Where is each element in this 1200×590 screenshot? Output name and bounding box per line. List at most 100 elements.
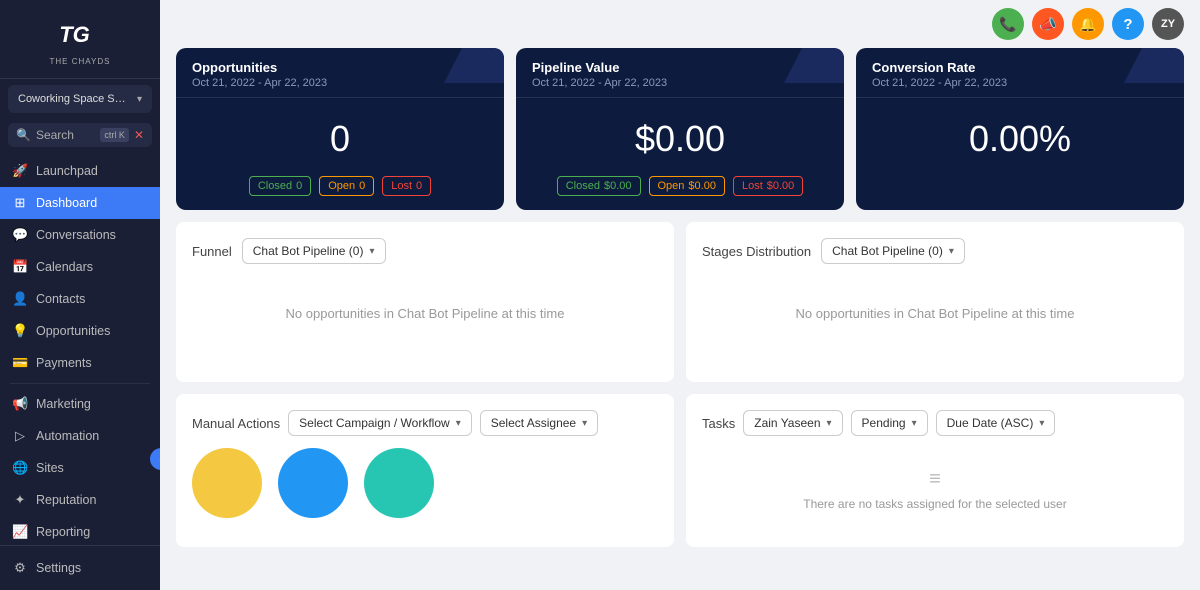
user-avatar[interactable]: ZY bbox=[1152, 8, 1184, 40]
search-text: Search bbox=[36, 128, 95, 142]
opportunities-value: 0 bbox=[176, 98, 504, 176]
closed-value: 0 bbox=[296, 180, 302, 192]
sidebar-item-reporting[interactable]: 📈 Reporting bbox=[0, 516, 160, 545]
tasks-empty-message: There are no tasks assigned for the sele… bbox=[722, 497, 1148, 511]
tasks-panel-header: Tasks Zain Yaseen ▾ Pending ▾ Due Date (… bbox=[702, 410, 1168, 436]
payments-icon: 💳 bbox=[12, 355, 28, 371]
tasks-status-dropdown[interactable]: Pending ▾ bbox=[851, 410, 928, 436]
pipeline-badges: Closed $0.00 Open $0.00 Lost $0.00 bbox=[516, 176, 844, 210]
funnel-empty-message: No opportunities in Chat Bot Pipeline at… bbox=[192, 276, 658, 351]
funnel-label: Funnel bbox=[192, 244, 232, 259]
opportunities-card-header: Opportunities Oct 21, 2022 - Apr 22, 202… bbox=[176, 48, 504, 98]
manual-actions-label: Manual Actions bbox=[192, 416, 280, 431]
stages-dropdown[interactable]: Chat Bot Pipeline (0) ▾ bbox=[821, 238, 965, 264]
pipeline-date: Oct 21, 2022 - Apr 22, 2023 bbox=[532, 77, 828, 89]
opportunities-badges: Closed 0 Open 0 Lost 0 bbox=[176, 176, 504, 210]
chart-circle-teal bbox=[364, 448, 434, 518]
sidebar-item-label: Contacts bbox=[36, 292, 85, 306]
pipeline-value: $0.00 bbox=[516, 98, 844, 176]
tasks-label: Tasks bbox=[702, 416, 735, 431]
conversion-date: Oct 21, 2022 - Apr 22, 2023 bbox=[872, 77, 1168, 89]
opportunities-icon: 💡 bbox=[12, 323, 28, 339]
sidebar-item-settings[interactable]: ⚙ Settings bbox=[0, 552, 160, 584]
tasks-empty-icon: ≡ bbox=[722, 468, 1148, 491]
sidebar-item-label: Calendars bbox=[36, 260, 93, 274]
stages-empty-message: No opportunities in Chat Bot Pipeline at… bbox=[702, 276, 1168, 351]
sidebar: TG THE CHAYDS Coworking Space Snaps... ▾… bbox=[0, 0, 160, 590]
tasks-user-dropdown[interactable]: Zain Yaseen ▾ bbox=[743, 410, 842, 436]
funnel-panel-header: Funnel Chat Bot Pipeline (0) ▾ bbox=[192, 238, 658, 264]
sidebar-item-contacts[interactable]: 👤 Contacts bbox=[0, 283, 160, 315]
stages-dropdown-value: Chat Bot Pipeline (0) bbox=[832, 244, 943, 258]
manual-actions-header: Manual Actions Select Campaign / Workflo… bbox=[192, 410, 658, 436]
open-value: 0 bbox=[359, 180, 365, 192]
open-label: Open bbox=[658, 180, 685, 192]
opportunities-title: Opportunities bbox=[192, 60, 488, 75]
sites-icon: 🌐 bbox=[12, 460, 28, 476]
bottom-row: Manual Actions Select Campaign / Workflo… bbox=[176, 394, 1184, 547]
opportunities-date: Oct 21, 2022 - Apr 22, 2023 bbox=[192, 77, 488, 89]
main-content: 📞 📣 🔔 ? ZY Opportunities Oct 21, 2022 - … bbox=[160, 0, 1200, 590]
megaphone-icon-button[interactable]: 📣 bbox=[1032, 8, 1064, 40]
chart-circle-blue bbox=[278, 448, 348, 518]
pipeline-card-header: Pipeline Value Oct 21, 2022 - Apr 22, 20… bbox=[516, 48, 844, 98]
sidebar-item-payments[interactable]: 💳 Payments bbox=[0, 347, 160, 379]
sidebar-item-sites[interactable]: 🌐 Sites bbox=[0, 452, 160, 484]
pipeline-value-card: Pipeline Value Oct 21, 2022 - Apr 22, 20… bbox=[516, 48, 844, 210]
pipeline-closed-badge: Closed $0.00 bbox=[557, 176, 641, 196]
conversations-icon: 💬 bbox=[12, 227, 28, 243]
campaign-dropdown-value: Select Campaign / Workflow bbox=[299, 416, 450, 430]
sidebar-item-label: Payments bbox=[36, 356, 92, 370]
lost-value: $0.00 bbox=[767, 180, 795, 192]
sidebar-item-conversations[interactable]: 💬 Conversations bbox=[0, 219, 160, 251]
sidebar-item-label: Reputation bbox=[36, 493, 96, 507]
topbar: 📞 📣 🔔 ? ZY bbox=[160, 0, 1200, 48]
tasks-sort-dropdown[interactable]: Due Date (ASC) ▾ bbox=[936, 410, 1056, 436]
closed-value: $0.00 bbox=[604, 180, 632, 192]
phone-icon-button[interactable]: 📞 bbox=[992, 8, 1024, 40]
sidebar-item-label: Conversations bbox=[36, 228, 116, 242]
campaign-dropdown[interactable]: Select Campaign / Workflow ▾ bbox=[288, 410, 472, 436]
stages-panel-header: Stages Distribution Chat Bot Pipeline (0… bbox=[702, 238, 1168, 264]
lost-value: 0 bbox=[416, 180, 422, 192]
sidebar-item-dashboard[interactable]: ⊞ Dashboard bbox=[0, 187, 160, 219]
sidebar-item-label: Reporting bbox=[36, 525, 90, 539]
tasks-user-arrow-icon: ▾ bbox=[827, 418, 832, 429]
sidebar-item-opportunities[interactable]: 💡 Opportunities bbox=[0, 315, 160, 347]
logo-box: TG bbox=[50, 12, 100, 57]
assignee-arrow-icon: ▾ bbox=[582, 418, 587, 429]
conversion-title: Conversion Rate bbox=[872, 60, 1168, 75]
conversion-value: 0.00% bbox=[856, 98, 1184, 176]
tasks-user-value: Zain Yaseen bbox=[754, 416, 820, 430]
launchpad-icon: 🚀 bbox=[12, 163, 28, 179]
sidebar-item-reputation[interactable]: ✦ Reputation bbox=[0, 484, 160, 516]
content-area: Opportunities Oct 21, 2022 - Apr 22, 202… bbox=[160, 48, 1200, 590]
open-label: Open bbox=[328, 180, 355, 192]
sidebar-item-label: Marketing bbox=[36, 397, 91, 411]
sidebar-logo: TG THE CHAYDS bbox=[0, 0, 160, 79]
reporting-icon: 📈 bbox=[12, 524, 28, 540]
lost-badge: Lost 0 bbox=[382, 176, 431, 196]
workspace-arrow-icon: ▾ bbox=[137, 94, 142, 105]
workspace-selector[interactable]: Coworking Space Snaps... ▾ bbox=[8, 85, 152, 113]
sidebar-item-calendars[interactable]: 📅 Calendars bbox=[0, 251, 160, 283]
funnel-panel: Funnel Chat Bot Pipeline (0) ▾ No opport… bbox=[176, 222, 674, 382]
sidebar-item-launchpad[interactable]: 🚀 Launchpad bbox=[0, 155, 160, 187]
tasks-sort-value: Due Date (ASC) bbox=[947, 416, 1034, 430]
logo-text: TG bbox=[59, 22, 90, 48]
help-icon-button[interactable]: ? bbox=[1112, 8, 1144, 40]
conversion-card-header: Conversion Rate Oct 21, 2022 - Apr 22, 2… bbox=[856, 48, 1184, 98]
settings-icon: ⚙ bbox=[12, 560, 28, 576]
notification-icon-button[interactable]: 🔔 bbox=[1072, 8, 1104, 40]
assignee-dropdown[interactable]: Select Assignee ▾ bbox=[480, 410, 598, 436]
chart-circle-yellow bbox=[192, 448, 262, 518]
stages-dropdown-arrow-icon: ▾ bbox=[949, 246, 954, 257]
sidebar-item-label: Opportunities bbox=[36, 324, 110, 338]
tasks-status-value: Pending bbox=[862, 416, 906, 430]
campaign-arrow-icon: ▾ bbox=[456, 418, 461, 429]
sidebar-item-marketing[interactable]: 📢 Marketing bbox=[0, 388, 160, 420]
funnel-dropdown[interactable]: Chat Bot Pipeline (0) ▾ bbox=[242, 238, 386, 264]
search-clear-icon[interactable]: ✕ bbox=[134, 128, 144, 142]
sidebar-item-automation[interactable]: ▷ Automation bbox=[0, 420, 160, 452]
search-bar[interactable]: 🔍 Search ctrl K ✕ bbox=[8, 123, 152, 147]
